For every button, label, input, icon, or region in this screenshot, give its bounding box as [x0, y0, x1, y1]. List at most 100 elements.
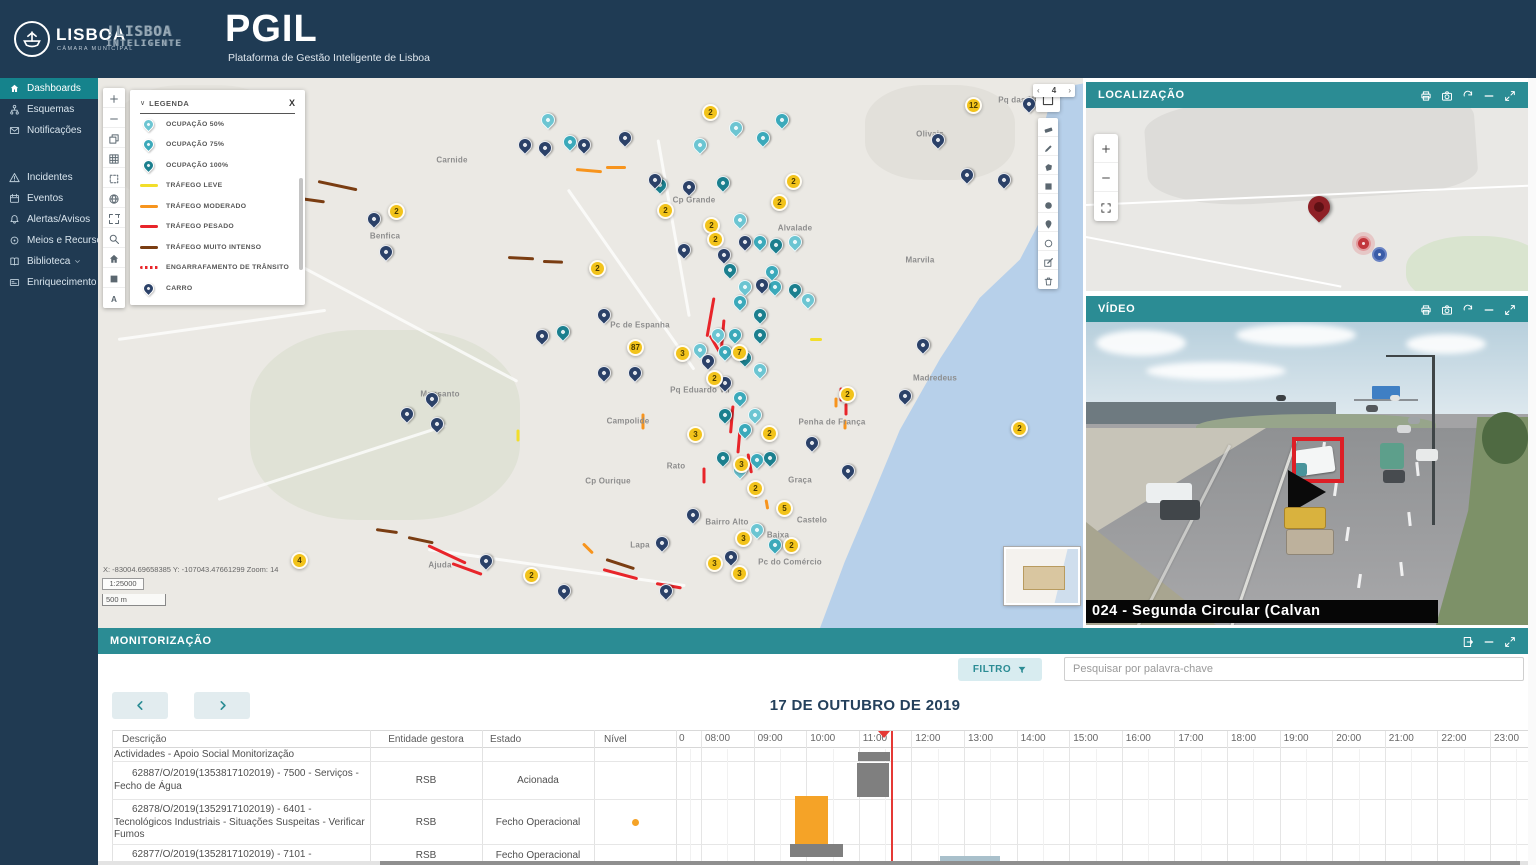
legend-collapse-icon[interactable]: ∨: [140, 99, 145, 107]
polygon-tool[interactable]: [1038, 156, 1058, 175]
sidebar-item-esquemas[interactable]: Esquemas: [0, 99, 98, 120]
occupancy-pin[interactable]: [725, 325, 745, 345]
sidebar-item-alertas-avisos[interactable]: Alertas/Avisos: [0, 209, 98, 230]
eraser-tool[interactable]: [1038, 118, 1058, 137]
cluster-marker[interactable]: 4: [291, 552, 308, 569]
cluster-marker[interactable]: 2: [1011, 420, 1028, 437]
expandx-icon[interactable]: [1504, 635, 1516, 647]
bus-pin[interactable]: [683, 505, 703, 525]
square-tool[interactable]: [103, 268, 125, 288]
occupancy-pin[interactable]: [750, 305, 770, 325]
camera-icon[interactable]: [1441, 89, 1453, 101]
bus-pin[interactable]: [625, 363, 645, 383]
occupancy-pin[interactable]: [785, 232, 805, 252]
occupancy-pin[interactable]: [726, 118, 746, 138]
exportdoc-icon[interactable]: [1462, 635, 1474, 647]
cluster-marker[interactable]: 2: [589, 260, 606, 277]
cluster-marker[interactable]: 3: [733, 456, 750, 473]
camera-icon[interactable]: [1441, 303, 1453, 315]
cluster-marker[interactable]: 3: [674, 345, 691, 362]
sidebar-item-eventos[interactable]: Eventos: [0, 188, 98, 209]
sidebar-item-incidentes[interactable]: Incidentes: [0, 167, 98, 188]
cluster-marker[interactable]: 87: [627, 339, 644, 356]
cluster-marker[interactable]: 3: [687, 426, 704, 443]
home-tool[interactable]: [103, 248, 125, 268]
city-map[interactable]: CarnideOlivaisCp GrandeBenficaAlvaladeMa…: [98, 78, 1083, 628]
layers-tool[interactable]: [103, 128, 125, 148]
localizacao-map[interactable]: [1086, 108, 1528, 291]
refresh-icon[interactable]: [1462, 303, 1474, 315]
occupancy-pin[interactable]: [772, 110, 792, 130]
occupancy-pin[interactable]: [730, 292, 750, 312]
cluster-marker[interactable]: 2: [702, 104, 719, 121]
minus-tool[interactable]: [1094, 163, 1118, 192]
occupancy-pin[interactable]: [750, 232, 770, 252]
select-tool[interactable]: [103, 168, 125, 188]
occupancy-pin[interactable]: [750, 325, 770, 345]
trash-tool[interactable]: [1038, 270, 1058, 289]
bus-pin[interactable]: [679, 177, 699, 197]
occupancy-pin[interactable]: [690, 135, 710, 155]
occupancy-pin[interactable]: [745, 405, 765, 425]
occupancy-pin[interactable]: [750, 360, 770, 380]
occupancy-pin[interactable]: [713, 448, 733, 468]
cluster-marker[interactable]: 2: [783, 537, 800, 554]
font-tool[interactable]: A: [103, 288, 125, 308]
occupancy-pin[interactable]: [760, 448, 780, 468]
minimize-icon[interactable]: [1483, 635, 1495, 647]
pager-prev-icon[interactable]: ‹: [1037, 86, 1040, 95]
bus-pin[interactable]: [721, 547, 741, 567]
occupancy-pin[interactable]: [713, 173, 733, 193]
table-row[interactable]: 62887/O/2019(1353817102019) - 7500 - Ser…: [112, 762, 1528, 800]
edit-tool[interactable]: [1038, 251, 1058, 270]
cluster-marker[interactable]: 3: [735, 530, 752, 547]
bus-pin[interactable]: [802, 433, 822, 453]
table-row[interactable]: 62878/O/2019(1352917102019) - 6401 - Tec…: [112, 800, 1528, 845]
resource-marker[interactable]: [1372, 247, 1387, 262]
bus-pin[interactable]: [594, 363, 614, 383]
table-row[interactable]: 62877/O/2019(1352817102019) - 7101 - RSB…: [112, 845, 1528, 861]
occupancy-pin[interactable]: [538, 110, 558, 130]
cluster-marker[interactable]: 2: [388, 203, 405, 220]
sidebar-item-biblioteca[interactable]: Biblioteca: [0, 251, 98, 272]
minus-tool[interactable]: [103, 108, 125, 128]
cluster-marker[interactable]: 2: [523, 567, 540, 584]
grid-tool[interactable]: [103, 148, 125, 168]
bus-pin[interactable]: [574, 135, 594, 155]
bus-pin[interactable]: [554, 581, 574, 601]
bus-pin[interactable]: [994, 170, 1014, 190]
bus-pin[interactable]: [535, 138, 555, 158]
cluster-marker[interactable]: 2: [771, 194, 788, 211]
bus-pin[interactable]: [476, 551, 496, 571]
expandx-icon[interactable]: [1504, 89, 1516, 101]
bus-pin[interactable]: [735, 232, 755, 252]
print-icon[interactable]: [1420, 89, 1432, 101]
bus-pin[interactable]: [838, 461, 858, 481]
cluster-marker[interactable]: 2: [785, 173, 802, 190]
bus-pin[interactable]: [913, 335, 933, 355]
occupancy-pin[interactable]: [730, 210, 750, 230]
bus-pin[interactable]: [615, 128, 635, 148]
pencil-tool[interactable]: [1038, 137, 1058, 156]
search-input[interactable]: [1064, 657, 1524, 681]
cluster-marker[interactable]: 2: [839, 386, 856, 403]
cluster-marker[interactable]: 7: [731, 344, 748, 361]
globe-tool[interactable]: [103, 188, 125, 208]
video-feed[interactable]: 024 - Segunda Circular (Calvan: [1086, 322, 1528, 625]
circleo-tool[interactable]: [1038, 232, 1058, 251]
cluster-marker[interactable]: 2: [707, 231, 724, 248]
sidebar-item-meios-e-recursos[interactable]: Meios e Recursos: [0, 230, 98, 251]
print-icon[interactable]: [1420, 303, 1432, 315]
circle-tool[interactable]: [1038, 194, 1058, 213]
cluster-marker[interactable]: 5: [776, 500, 793, 517]
expandx-icon[interactable]: [1504, 303, 1516, 315]
filter-button[interactable]: FILTRO: [958, 658, 1042, 681]
table-row[interactable]: Actividades - Apoio Social Monitorização: [112, 748, 1528, 762]
cluster-marker[interactable]: 2: [706, 370, 723, 387]
incident-marker[interactable]: [1356, 236, 1371, 251]
search-tool[interactable]: [103, 228, 125, 248]
bus-pin[interactable]: [895, 386, 915, 406]
cluster-marker[interactable]: 2: [657, 202, 674, 219]
minimize-icon[interactable]: [1483, 89, 1495, 101]
legend-close-icon[interactable]: X: [289, 98, 295, 108]
